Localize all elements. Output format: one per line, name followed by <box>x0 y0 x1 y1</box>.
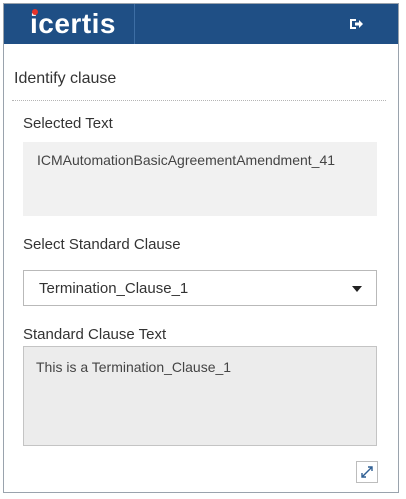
logo-accent-dot <box>32 9 38 15</box>
standard-clause-text-area[interactable]: This is a Termination_Clause_1 <box>23 346 377 446</box>
header-bar: icertis <box>4 4 398 44</box>
expand-button[interactable] <box>356 461 378 483</box>
selected-text-label: Selected Text <box>23 115 113 132</box>
icertis-logo: icertis <box>30 8 116 39</box>
selected-text-field: ICMAutomationBasicAgreementAmendment_41 <box>23 142 377 216</box>
section-title: Identify clause <box>14 70 117 87</box>
section-divider <box>12 100 386 101</box>
standard-clause-selected: Termination_Clause_1 <box>39 280 189 297</box>
clause-text-label: Standard Clause Text <box>23 326 167 343</box>
expand-icon <box>361 466 373 478</box>
sign-out-icon[interactable] <box>348 16 364 32</box>
header-divider <box>134 4 135 44</box>
standard-clause-text-value: This is a Termination_Clause_1 <box>36 359 232 375</box>
select-clause-label: Select Standard Clause <box>23 236 181 253</box>
selected-text-value: ICMAutomationBasicAgreementAmendment_41 <box>37 152 336 168</box>
add-in-panel: icertis Identify clause Selected Text IC… <box>3 3 399 493</box>
chevron-down-icon <box>352 286 362 292</box>
standard-clause-dropdown[interactable]: Termination_Clause_1 <box>23 270 377 306</box>
